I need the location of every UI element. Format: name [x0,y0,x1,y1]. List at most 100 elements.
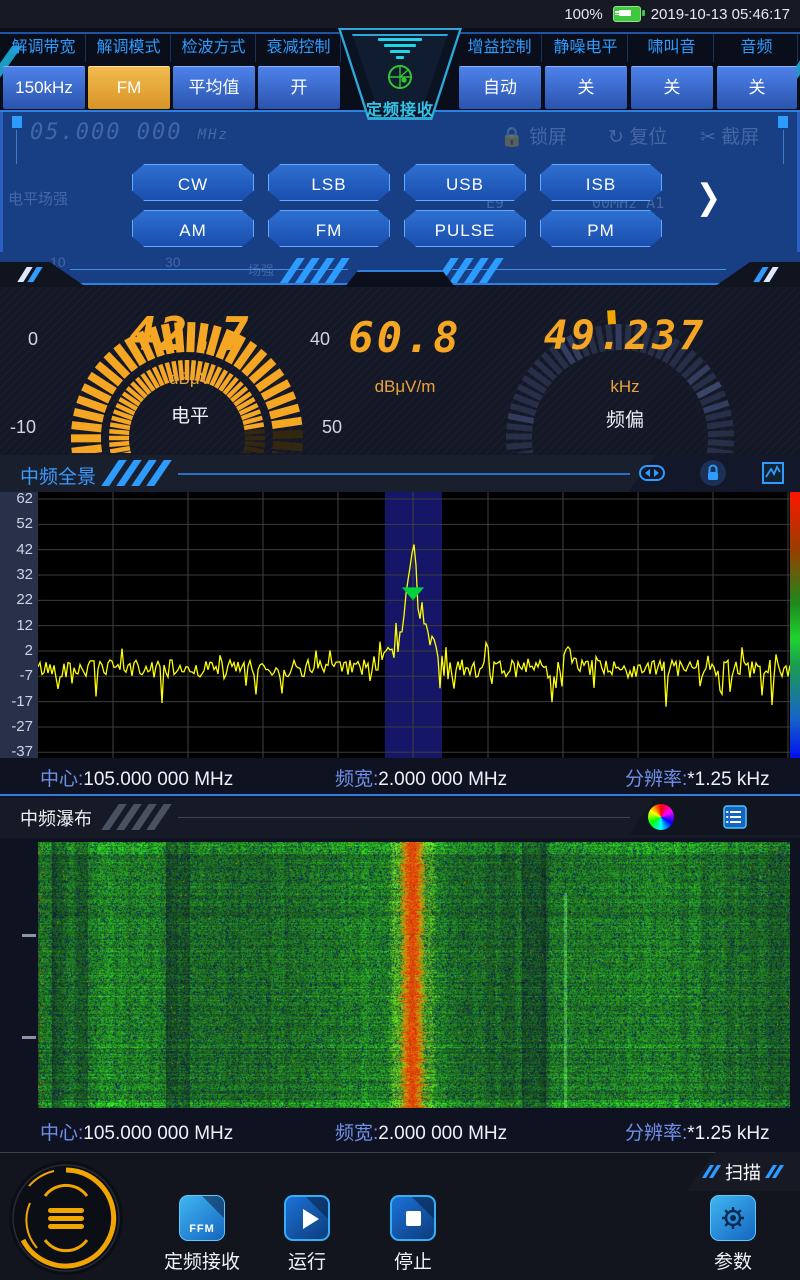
scan-label: 扫描 [725,1159,761,1185]
waterfall-panel-title: 中频瀑布 [20,805,92,831]
menu-value[interactable]: 150kHz [3,66,85,109]
lock-icon[interactable] [699,459,727,487]
ghost-frequency-readout: 05.000 000 MHz [30,120,229,145]
field-strength-unit: dBμV/m [345,377,465,397]
gauge-scale-min: -10 [10,417,36,438]
level-unit: dBμV [120,369,260,389]
spectrum-panel-title: 中频全景 [20,462,96,489]
ffm-mode-emblem[interactable]: 定频接收 [338,28,462,120]
mode-button-pm[interactable]: PM [540,210,662,247]
menu-squelch-level[interactable]: 静噪电平 关 [544,34,628,110]
header-line [178,817,630,818]
ffm-icon-text: FFM [180,1223,224,1235]
center-freq-value: 105.000 000 MHz [83,769,233,790]
menu-value[interactable]: 开 [258,66,340,109]
menu-label: 啸叫音 [630,34,714,62]
waterfall-plot[interactable] [0,842,800,1108]
y-tick-label: 2 [3,642,33,659]
battery-icon [613,6,641,22]
main-menu-button[interactable] [7,1157,125,1275]
menu-label: 衰减控制 [257,34,341,62]
panel-handle-line-right [783,130,784,164]
panel-left-edge [0,112,3,252]
waterfall-colorbar [790,492,800,758]
field-strength-value: 60.8 [345,313,465,362]
ghost-reset-button: ↻ 复位 [608,122,667,149]
ghost-scale-tick: 30 [165,254,181,270]
panel-handle-line-left [16,130,17,164]
menu-label: 音频 [716,34,798,62]
corner-slash-marks [22,267,38,282]
menu-label: 增益控制 [458,34,542,62]
spectrum-trace-area[interactable] [38,492,790,758]
y-tick-label: 12 [3,617,33,634]
emblem-label: 定频接收 [338,96,462,120]
mode-button-isb[interactable]: ISB [540,164,662,201]
waterfall-tick [22,934,36,937]
ghost-screenshot-button: ✂ 截屏 [700,122,759,149]
palette-icon[interactable] [648,804,674,830]
offset-value: 49.237 [535,313,715,359]
mode-button-fm[interactable]: FM [268,210,390,247]
panel-handle-right [778,116,788,128]
menu-detector-type[interactable]: 检波方式 平均值 [172,34,256,110]
y-tick-label: 32 [3,566,33,583]
level-value: 42.7 [115,307,265,361]
span-label: 频宽: [335,769,378,790]
y-tick-label: 62 [3,490,33,507]
menu-value[interactable]: 平均值 [173,66,255,109]
corner-slash-marks [758,267,774,282]
nav-label[interactable]: 定频接收 [152,1247,252,1274]
gear-icon[interactable] [710,1195,756,1241]
y-tick-label: -7 [3,667,33,684]
menu-value[interactable]: 自动 [459,66,541,109]
receiver-app: 100% 2019-10-13 05:46:17 解调带宽 150kHz 解调模… [0,0,800,1280]
y-tick-label: 52 [3,515,33,532]
menu-value-active[interactable]: FM [88,66,170,109]
menu-attenuation[interactable]: 衰减控制 开 [257,34,341,110]
scan-tab[interactable]: 扫描 [686,1152,800,1191]
menu-demod-bandwidth[interactable]: 解调带宽 150kHz [2,34,86,110]
menu-demod-mode[interactable]: 解调模式 FM [87,34,171,110]
span-zoom-icon[interactable] [638,459,666,487]
menu-value[interactable]: 关 [545,66,627,109]
nav-label[interactable]: 参数 [703,1247,763,1274]
section-divider [0,794,800,796]
rbw-label: 分辨率: [625,1123,687,1144]
ffm-icon[interactable]: FFM [179,1195,225,1241]
y-tick-label: 42 [3,541,33,558]
waterfall-canvas[interactable] [38,842,790,1108]
menu-label: 检波方式 [172,34,256,62]
nav-label[interactable]: 运行 [277,1247,337,1274]
menu-audio[interactable]: 音频 关 [716,34,798,110]
mode-button-lsb[interactable]: LSB [268,164,390,201]
mode-button-am[interactable]: AM [132,210,254,247]
panel-center-notch [345,270,455,287]
center-freq-label: 中心: [40,1123,83,1144]
menu-gain-control[interactable]: 增益控制 自动 [458,34,542,110]
stripe-decoration [442,258,495,284]
spectrum-plot[interactable]: 6252423222122-7-17-27-37 [0,492,800,758]
slash-marks [706,1165,717,1178]
span-value: 2.000 000 MHz [378,769,507,790]
play-icon[interactable] [284,1195,330,1241]
stop-icon[interactable] [390,1195,436,1241]
mode-button-cw[interactable]: CW [132,164,254,201]
nav-label[interactable]: 停止 [383,1247,443,1274]
y-tick-label: -17 [3,693,33,710]
radar-icon [387,64,413,90]
status-bar: 100% 2019-10-13 05:46:17 [0,0,800,28]
menu-value[interactable]: 关 [717,66,797,109]
marker-icon[interactable] [759,459,787,487]
menu-howl-tone[interactable]: 啸叫音 关 [630,34,714,110]
mode-button-pulse[interactable]: PULSE [404,210,526,247]
table-list-icon[interactable] [722,804,748,830]
more-modes-arrow[interactable]: ❯ [696,177,721,217]
spectrum-info-row: 中心:105.000 000 MHz 频宽:2.000 000 MHz 分辨率:… [0,758,800,794]
mode-button-usb[interactable]: USB [404,164,526,201]
center-freq-label: 中心: [40,769,83,790]
stripe-decoration [110,460,163,486]
y-tick-label: 22 [3,591,33,608]
rbw-value: *1.25 kHz [687,1123,769,1144]
menu-value[interactable]: 关 [631,66,713,109]
